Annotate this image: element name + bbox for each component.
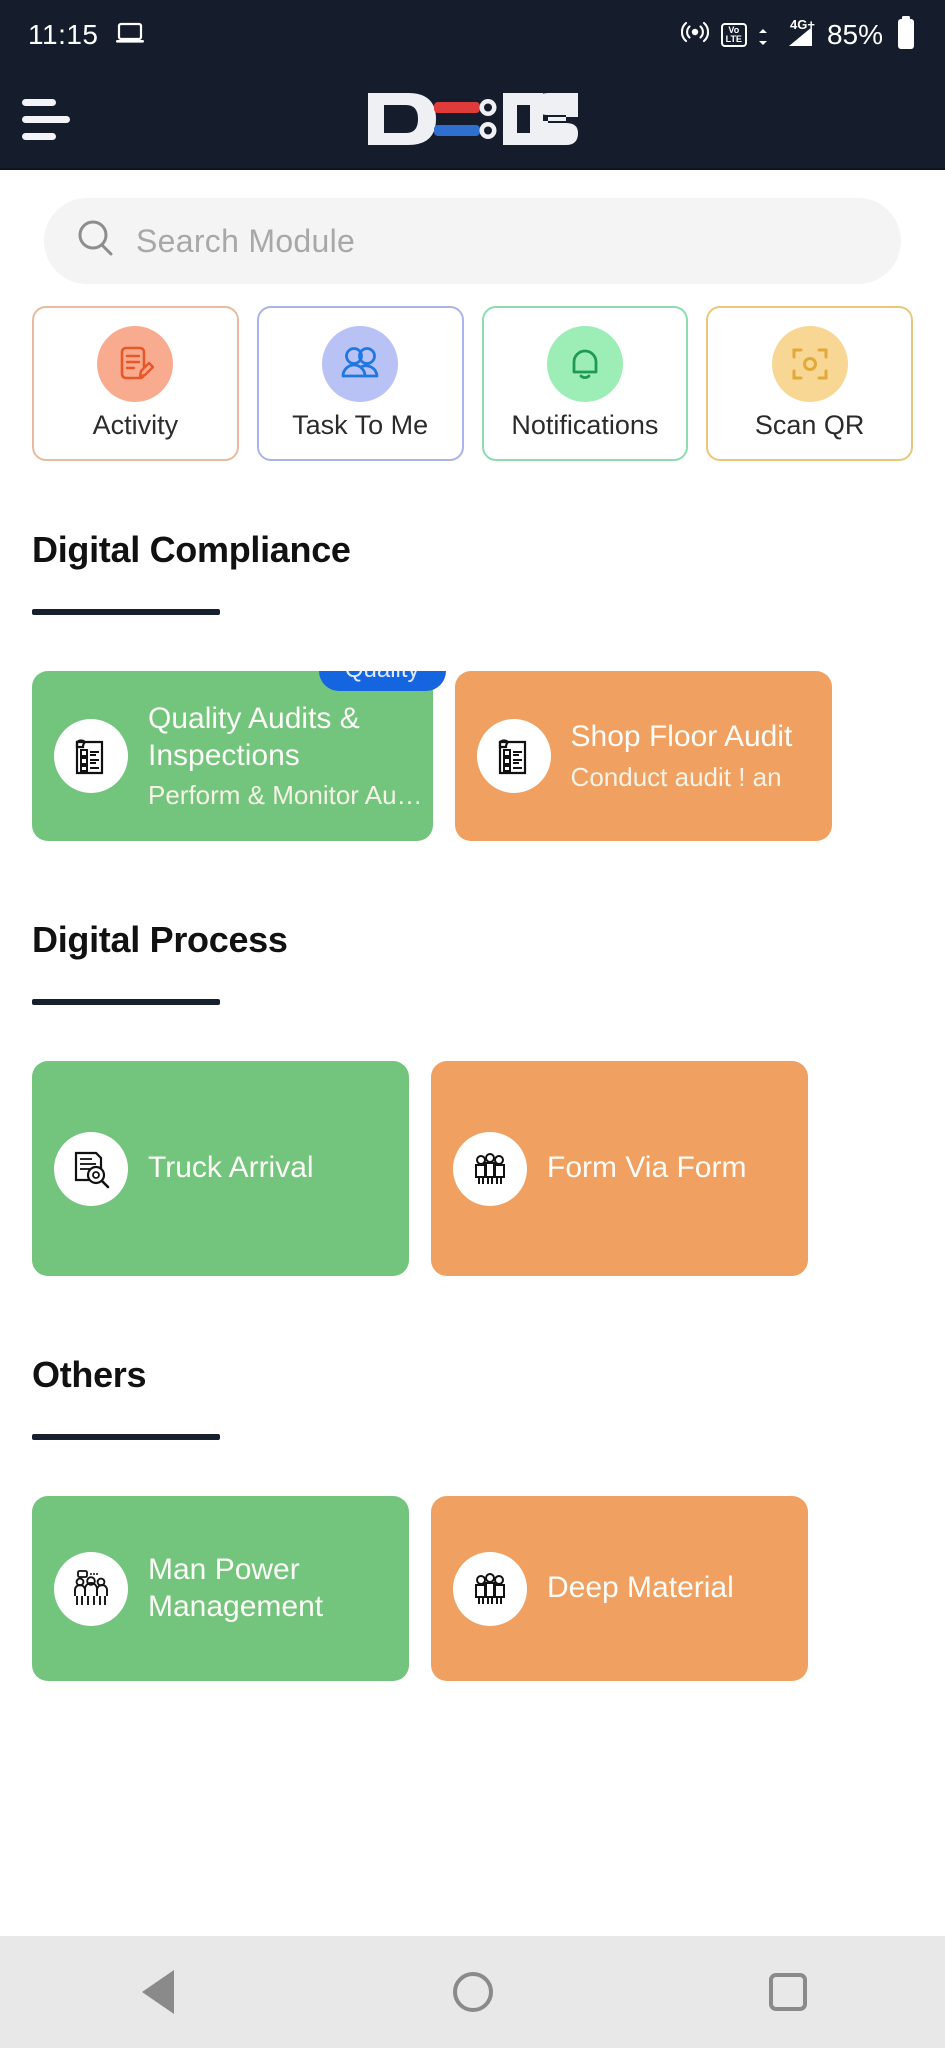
- module-card-title: Man Power Management: [148, 1552, 324, 1623]
- qr-scan-icon: [771, 326, 848, 402]
- module-card-subtitle: Conduct audit ! an: [570, 761, 782, 792]
- hamburger-line-2: [22, 115, 70, 123]
- hamburger-line-1: [22, 98, 56, 106]
- back-glyph: [141, 1970, 174, 2014]
- hamburger-line-3: [22, 132, 56, 140]
- main-content: Search Module Activity Task To Me Notifi…: [0, 170, 945, 1936]
- module-card-form-via-form[interactable]: Form Via Form: [431, 1061, 808, 1276]
- people-icon: [322, 326, 399, 402]
- module-card-text: Man Power Management: [148, 1552, 333, 1625]
- search-icon: [74, 217, 118, 266]
- search-section: Search Module: [0, 170, 945, 284]
- quick-action-activity[interactable]: Activity: [32, 306, 239, 461]
- status-badge: Quality: [318, 671, 446, 691]
- home-glyph: [452, 1972, 493, 2012]
- battery-percent-label: 85%: [826, 19, 883, 50]
- module-card-man-power-management[interactable]: Man Power Management: [32, 1496, 409, 1681]
- document-search-icon: [54, 1131, 128, 1206]
- module-card-title: Shop Floor Audit: [570, 720, 793, 754]
- section-others-cards: Man Power Management Deep Material: [0, 1496, 945, 1681]
- module-card-deep-material[interactable]: Deep Material: [431, 1496, 808, 1681]
- checklist-clipboard-icon: [476, 719, 551, 793]
- quick-action-notifications[interactable]: Notifications: [481, 306, 689, 461]
- quick-action-task-to-me[interactable]: Task To Me: [256, 306, 464, 461]
- status-bar-left: 11:15: [28, 19, 145, 51]
- group-people-icon: [453, 1131, 527, 1206]
- hotspot-icon: [680, 19, 709, 52]
- signal-bars-icon: 4G+: [758, 17, 815, 49]
- section-title: Others: [32, 1354, 147, 1395]
- app-root: 11:15 Vo LTE 4G+ 85% Search Module Activ…: [0, 0, 945, 2048]
- section-title: Digital Compliance: [32, 529, 351, 570]
- module-card-text: Shop Floor Audit Conduct audit ! an: [571, 719, 803, 793]
- quick-action-label: Scan QR: [754, 410, 865, 440]
- quick-actions-row: Activity Task To Me Notifications Scan Q…: [0, 284, 945, 461]
- status-bar: 11:15 Vo LTE 4G+ 85%: [0, 0, 945, 70]
- module-card-truck-arrival[interactable]: Truck Arrival: [32, 1061, 409, 1276]
- section-others-header: Others: [0, 1354, 945, 1440]
- team-meeting-icon: [54, 1551, 128, 1626]
- app-header: [0, 70, 945, 170]
- module-card-subtitle: Perform & Monitor Au…: [148, 780, 423, 811]
- module-card-title: Deep Material: [547, 1571, 734, 1605]
- module-card-shop-floor-audit[interactable]: Shop Floor Audit Conduct audit ! an: [454, 671, 832, 841]
- section-digital-compliance-header: Digital Compliance: [0, 529, 945, 615]
- quick-action-label: Notifications: [511, 410, 659, 440]
- search-input[interactable]: Search Module: [44, 198, 901, 284]
- recents-glyph: [768, 1973, 807, 2011]
- status-bar-right: Vo LTE 4G+ 85%: [680, 15, 917, 55]
- search-placeholder: Search Module: [136, 222, 356, 259]
- volte-icon: Vo LTE: [720, 23, 747, 47]
- battery-icon: [895, 15, 917, 55]
- checklist-clipboard-icon: [54, 719, 128, 793]
- section-digital-compliance-cards: Quality Qua: [0, 671, 945, 841]
- module-card-text: Form Via Form: [547, 1150, 756, 1187]
- recents-square-icon[interactable]: [728, 1962, 848, 2022]
- android-nav-bar: [0, 1936, 945, 2048]
- app-logo: [362, 87, 584, 151]
- status-time: 11:15: [28, 19, 99, 50]
- module-card-title: Form Via Form: [547, 1151, 747, 1185]
- quick-action-label: Activity: [92, 410, 179, 440]
- module-card-quality-audits[interactable]: Quality Qua: [32, 671, 446, 841]
- home-circle-icon[interactable]: [413, 1962, 533, 2022]
- module-card-text: Truck Arrival: [148, 1150, 324, 1187]
- group-people-icon: [453, 1551, 527, 1626]
- quick-action-label: Task To Me: [292, 410, 429, 440]
- back-triangle-icon[interactable]: [98, 1962, 218, 2022]
- section-title: Digital Process: [32, 919, 288, 960]
- quick-action-scan-qr[interactable]: Scan QR: [706, 306, 913, 461]
- section-digital-process-header: Digital Process: [0, 919, 945, 1005]
- module-card-title: Truck Arrival: [148, 1151, 314, 1185]
- section-digital-process-cards: Truck Arrival Form Via Form: [0, 1061, 945, 1276]
- laptop-icon: [115, 21, 145, 50]
- module-card-text: Quality Audits & Inspections Perform & M…: [148, 701, 433, 811]
- network-type-label: 4G+: [790, 17, 815, 32]
- bell-icon: [546, 326, 623, 402]
- module-card-title: Quality Audits & Inspections: [148, 701, 360, 772]
- hamburger-menu-icon[interactable]: [22, 98, 70, 140]
- module-card-text: Deep Material: [547, 1570, 744, 1607]
- volte-bottom-label: LTE: [725, 34, 742, 44]
- note-edit-icon: [97, 326, 174, 402]
